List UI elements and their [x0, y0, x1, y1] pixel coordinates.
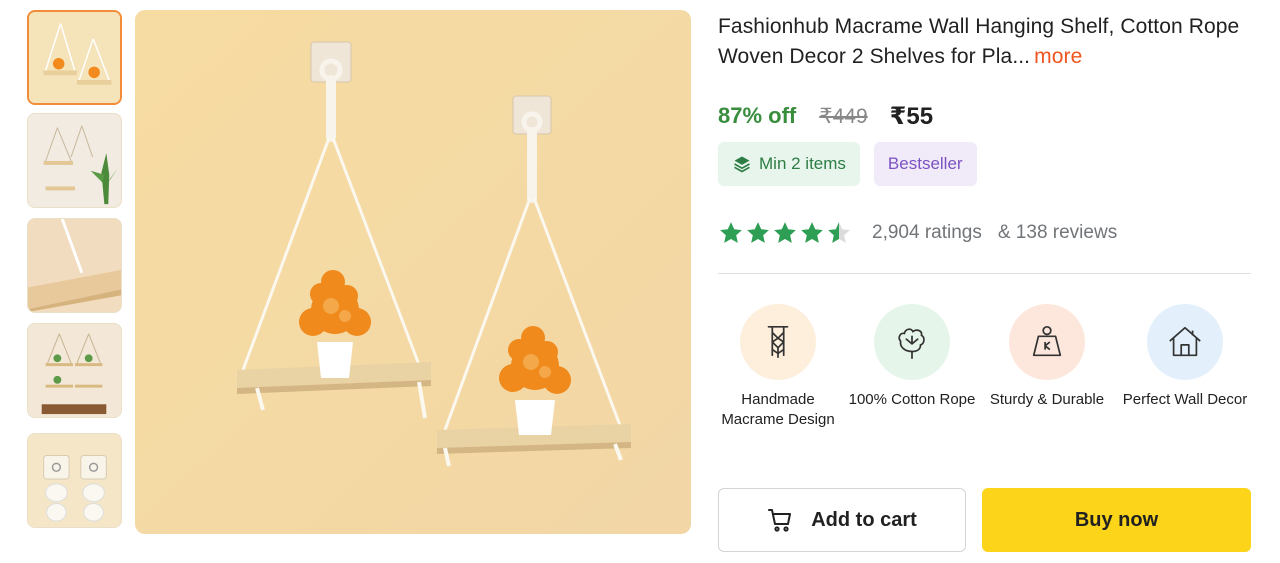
ratings-count: 2,904 ratings: [872, 222, 982, 243]
thumbnail-image-3: [28, 219, 121, 312]
feature-wall-decor: Perfect Wall Decor: [1120, 304, 1250, 410]
star-icon: [774, 222, 796, 243]
feature-handmade: Handmade Macrame Design: [713, 304, 843, 430]
cotton-icon: [898, 328, 925, 360]
divider: [718, 273, 1251, 274]
reviews-count: & 138 reviews: [997, 222, 1118, 243]
thumbnail-4[interactable]: [27, 323, 122, 418]
star-icon: [801, 222, 823, 243]
feature-icon-circle: [874, 304, 950, 380]
feature-label: Handmade Macrame Design: [721, 391, 835, 428]
thumbnail-image-5: [28, 434, 121, 527]
feature-label: Perfect Wall Decor: [1122, 391, 1248, 408]
thumbnail-image-1: [29, 12, 120, 103]
half-star-icon: [828, 222, 850, 243]
thumbnail-1[interactable]: [27, 10, 122, 105]
price-row: 87% off ₹449 ₹55: [718, 100, 933, 132]
product-title-text: Fashionhub Macrame Wall Hanging Shelf, C…: [718, 15, 1240, 68]
badge-row: Min 2 items Bestseller: [718, 142, 977, 186]
discount-percent: 87% off: [718, 103, 797, 128]
min-items-badge: Min 2 items: [718, 142, 860, 186]
feature-icon-circle: [740, 304, 816, 380]
selling-price: ₹55: [889, 102, 934, 130]
add-to-cart-button[interactable]: Add to cart: [718, 488, 966, 552]
feature-cotton: 100% Cotton Rope: [847, 304, 977, 410]
bestseller-label: Bestseller: [887, 154, 963, 173]
thumbnail-5[interactable]: [27, 433, 122, 528]
original-price: ₹449: [819, 104, 868, 128]
star-icon: [747, 222, 769, 243]
home-icon: [1169, 326, 1201, 357]
add-to-cart-label: Add to cart: [811, 508, 917, 531]
weight-icon: [1032, 325, 1062, 357]
product-page: Fashionhub Macrame Wall Hanging Shelf, C…: [0, 0, 1280, 563]
feature-highlights: Handmade Macrame Design 100% Cotton Rope: [718, 304, 1258, 444]
more-link[interactable]: more: [1034, 45, 1082, 68]
main-product-image[interactable]: [135, 10, 691, 534]
thumbnail-image-4: [28, 324, 121, 417]
feature-label: Sturdy & Durable: [989, 391, 1105, 408]
buy-now-button[interactable]: Buy now: [982, 488, 1251, 552]
stack-icon: [734, 156, 750, 173]
buy-now-label: Buy now: [1074, 508, 1159, 531]
thumbnail-image-2: [28, 114, 121, 207]
thumbnail-2[interactable]: [27, 113, 122, 208]
min-items-label: Min 2 items: [759, 154, 846, 173]
feature-sturdy: Sturdy & Durable: [982, 304, 1112, 410]
rating-row[interactable]: 2,904 ratings & 138 reviews: [718, 218, 1117, 248]
bestseller-badge: Bestseller: [873, 142, 977, 186]
star-rating: [718, 220, 852, 246]
thumbnail-3[interactable]: [27, 218, 122, 313]
feature-label: 100% Cotton Rope: [848, 391, 976, 408]
product-photo: [135, 10, 691, 534]
product-title: Fashionhub Macrame Wall Hanging Shelf, C…: [718, 12, 1258, 72]
feature-icon-circle: [1009, 304, 1085, 380]
feature-icon-circle: [1147, 304, 1223, 380]
cart-icon: [768, 509, 792, 532]
macrame-icon: [767, 325, 789, 359]
star-icon: [720, 222, 742, 243]
